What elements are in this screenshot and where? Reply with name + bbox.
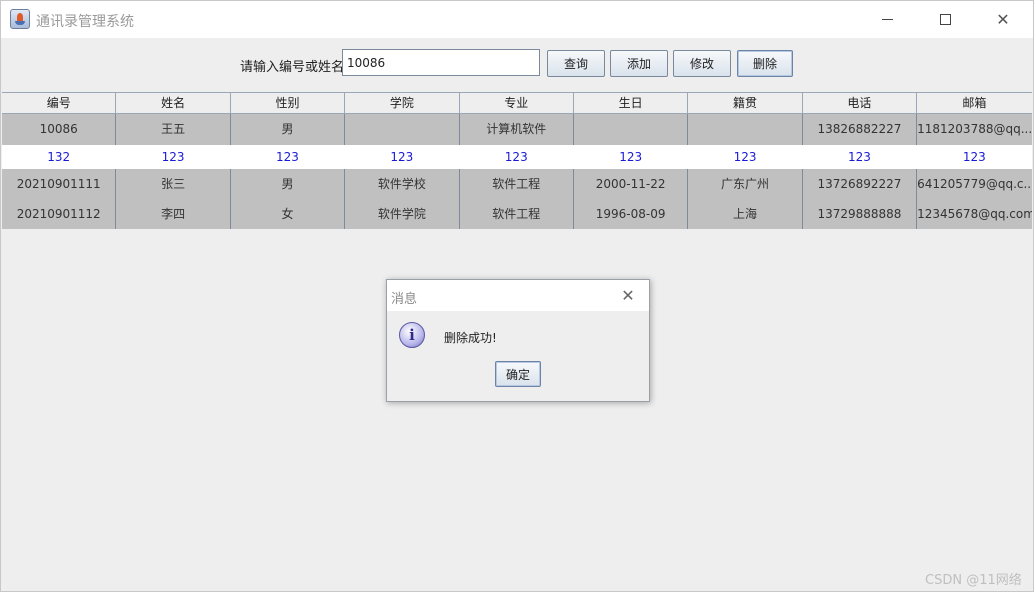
table-cell[interactable]	[345, 114, 460, 145]
table-cell[interactable]: 广东广州	[688, 169, 803, 199]
table-cell[interactable]: 李四	[116, 199, 231, 229]
table-cell[interactable]: 10086	[2, 114, 117, 145]
column-header-gender[interactable]: 性别	[231, 93, 346, 113]
table-cell[interactable]: 男	[231, 114, 346, 145]
table-cell[interactable]: 男	[231, 169, 346, 199]
table-cell[interactable]: 123	[231, 145, 346, 169]
table-cell[interactable]: 123	[688, 145, 803, 169]
table-row[interactable]: 20210901111 张三 男 软件学校 软件工程 2000-11-22 广东…	[2, 169, 1032, 199]
search-label: 请输入编号或姓名	[240, 60, 345, 75]
dialog-close-icon[interactable]: ✕	[617, 284, 639, 306]
table-cell[interactable]: 123	[803, 145, 918, 169]
column-header-hometown[interactable]: 籍贯	[688, 93, 803, 113]
table-cell[interactable]: 1996-08-09	[574, 199, 689, 229]
table-cell[interactable]: 13726892227	[803, 169, 918, 199]
table-cell[interactable]: 13729888888	[803, 199, 918, 229]
maximize-icon	[939, 14, 951, 25]
title-bar[interactable]: 通讯录管理系统 ✕	[1, 1, 1033, 38]
table-header: 编号 姓名 性别 学院 专业 生日 籍贯 电话 邮箱	[2, 92, 1032, 114]
info-icon: i	[399, 322, 425, 348]
column-header-email[interactable]: 邮箱	[917, 93, 1031, 113]
table-cell[interactable]: 软件工程	[460, 169, 574, 199]
table-cell[interactable]: 1181203788@qq....	[917, 114, 1031, 145]
table-cell[interactable]	[688, 114, 803, 145]
app-window: 通讯录管理系统 ✕ 请输入编号或姓名 查询 添加 修改 删除 编号 姓名 性别 …	[0, 0, 1034, 592]
table-row[interactable]: 132 123 123 123 123 123 123 123 123	[2, 145, 1032, 169]
window-title: 通讯录管理系统	[36, 14, 134, 30]
column-header-major[interactable]: 专业	[460, 93, 574, 113]
table-cell[interactable]: 20210901112	[2, 199, 117, 229]
dialog-message: 删除成功!	[444, 331, 497, 345]
watermark: CSDN @11网络	[925, 573, 1022, 588]
table-cell[interactable]: 女	[231, 199, 346, 229]
column-header-college[interactable]: 学院	[345, 93, 460, 113]
ok-button[interactable]: 确定	[495, 361, 541, 387]
table-cell[interactable]: 20210901111	[2, 169, 117, 199]
edit-button[interactable]: 修改	[673, 50, 731, 77]
toolbar: 请输入编号或姓名 查询 添加 修改 删除	[1, 39, 1033, 91]
message-dialog: 消息 ✕ i 删除成功! 确定	[386, 279, 650, 402]
table-cell[interactable]: 123	[460, 145, 574, 169]
table-cell[interactable]: 软件学院	[345, 199, 460, 229]
table-cell[interactable]: 上海	[688, 199, 803, 229]
column-header-phone[interactable]: 电话	[803, 93, 918, 113]
table-cell[interactable]: 123	[917, 145, 1031, 169]
table-cell[interactable]: 641205779@qq.c...	[917, 169, 1031, 199]
query-button[interactable]: 查询	[547, 50, 605, 77]
minimize-button[interactable]	[858, 1, 916, 38]
table-cell[interactable]: 软件学校	[345, 169, 460, 199]
table-cell[interactable]: 12345678@qq.com	[917, 199, 1031, 229]
minimize-icon	[881, 19, 893, 20]
java-app-icon	[10, 9, 30, 29]
close-icon: ✕	[996, 10, 1010, 29]
table-row[interactable]: 10086 王五 男 计算机软件 13826882227 1181203788@…	[2, 114, 1032, 145]
table-cell[interactable]: 123	[574, 145, 689, 169]
column-header-birthday[interactable]: 生日	[574, 93, 689, 113]
table-cell[interactable]: 软件工程	[460, 199, 574, 229]
table-cell[interactable]: 123	[345, 145, 460, 169]
table-cell[interactable]: 123	[116, 145, 231, 169]
delete-button[interactable]: 删除	[737, 50, 793, 77]
table-cell[interactable]: 计算机软件	[460, 114, 574, 145]
maximize-button[interactable]	[916, 1, 974, 38]
table-cell[interactable]: 王五	[116, 114, 231, 145]
table-row[interactable]: 20210901112 李四 女 软件学院 软件工程 1996-08-09 上海…	[2, 199, 1032, 229]
table-cell[interactable]: 13826882227	[803, 114, 918, 145]
table-cell[interactable]: 2000-11-22	[574, 169, 689, 199]
table-cell[interactable]: 132	[2, 145, 117, 169]
column-header-name[interactable]: 姓名	[116, 93, 231, 113]
column-header-id[interactable]: 编号	[2, 93, 117, 113]
close-button[interactable]: ✕	[974, 1, 1032, 38]
add-button[interactable]: 添加	[610, 50, 668, 77]
dialog-title: 消息	[391, 292, 418, 307]
table-cell[interactable]	[574, 114, 689, 145]
dialog-title-bar[interactable]: 消息 ✕	[387, 280, 649, 311]
contacts-table[interactable]: 编号 姓名 性别 学院 专业 生日 籍贯 电话 邮箱 10086 王五 男 计算…	[2, 92, 1032, 229]
table-cell[interactable]: 张三	[116, 169, 231, 199]
search-input[interactable]	[342, 49, 540, 76]
